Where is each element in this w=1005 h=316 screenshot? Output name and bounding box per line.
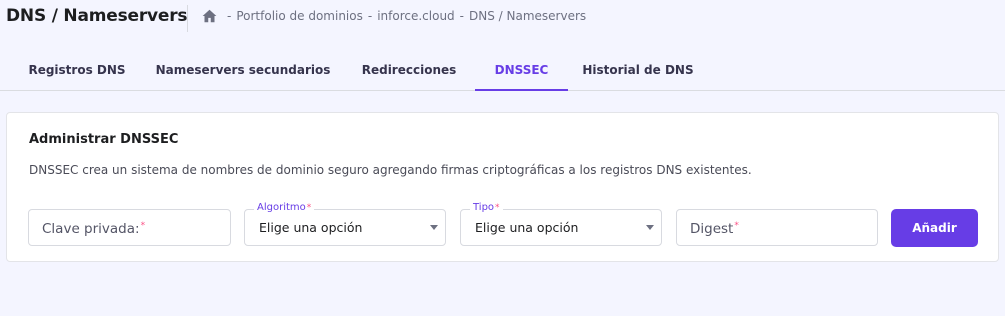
dnssec-card: Administrar DNSSEC DNSSEC crea un sistem… — [6, 112, 999, 262]
required-mark: * — [140, 221, 146, 231]
private-key-placeholder: Clave privada:* — [42, 221, 146, 237]
type-label: Tipo* — [470, 202, 503, 214]
breadcrumb-separator: - — [367, 9, 373, 23]
card-title: Administrar DNSSEC — [29, 132, 179, 147]
tab-dnssec[interactable]: DNSSEC — [475, 49, 568, 91]
breadcrumb: - Portfolio de dominios - inforce.cloud … — [202, 9, 586, 23]
digest-input[interactable]: Digest* — [676, 209, 878, 246]
home-icon[interactable] — [202, 9, 217, 23]
algorithm-value: Elige una opción — [259, 220, 363, 235]
title-divider — [187, 5, 188, 32]
add-button[interactable]: Añadir — [891, 209, 978, 247]
digest-placeholder: Digest* — [690, 221, 739, 237]
breadcrumb-item-current: DNS / Nameservers — [469, 9, 587, 23]
type-select[interactable]: Tipo* Elige una opción — [460, 202, 662, 246]
type-value: Elige una opción — [475, 220, 579, 235]
tab-bar: Registros DNS Nameservers secundarios Re… — [0, 49, 1005, 91]
private-key-input[interactable]: Clave privada:* — [28, 209, 231, 246]
breadcrumb-separator: - — [227, 9, 232, 23]
tab-nameservers-secundarios[interactable]: Nameservers secundarios — [150, 49, 336, 90]
chevron-down-icon — [646, 225, 654, 230]
breadcrumb-item-domain[interactable]: inforce.cloud — [377, 9, 454, 23]
tab-redirecciones[interactable]: Redirecciones — [352, 49, 466, 90]
tab-historial-dns[interactable]: Historial de DNS — [579, 49, 697, 90]
breadcrumb-item-portfolio[interactable]: Portfolio de dominios — [236, 9, 363, 23]
page-title: DNS / Nameservers — [6, 6, 188, 26]
tab-registros-dns[interactable]: Registros DNS — [18, 49, 136, 90]
algorithm-select[interactable]: Algoritmo* Elige una opción — [244, 202, 446, 246]
breadcrumb-separator: - — [459, 9, 465, 23]
algorithm-label: Algoritmo* — [254, 202, 315, 214]
required-mark: * — [734, 221, 739, 231]
required-mark: * — [306, 203, 312, 213]
chevron-down-icon — [430, 225, 438, 230]
card-description: DNSSEC crea un sistema de nombres de dom… — [29, 163, 752, 177]
required-mark: * — [495, 203, 500, 213]
